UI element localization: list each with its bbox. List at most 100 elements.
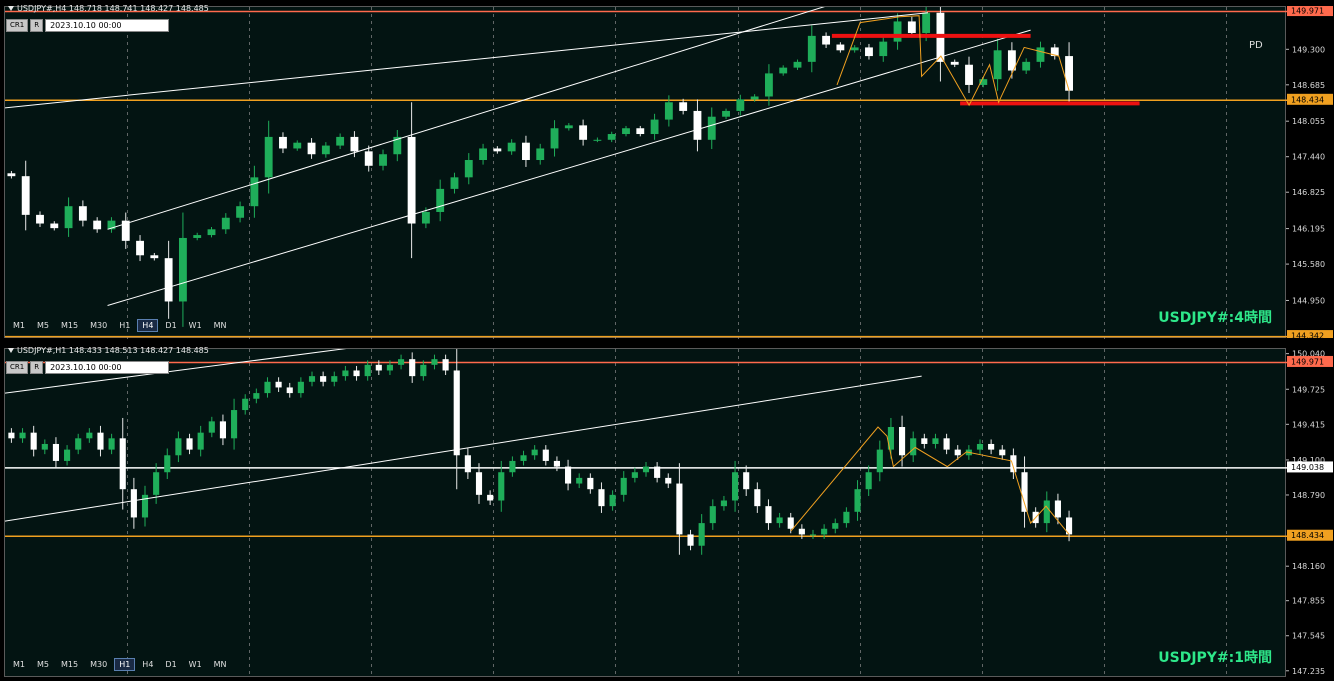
r-button[interactable]: R bbox=[30, 19, 44, 32]
trend-line bbox=[107, 29, 1031, 306]
candle-down bbox=[21, 176, 30, 215]
timeframe-button-m30[interactable]: M30 bbox=[85, 658, 112, 671]
candle-down bbox=[754, 489, 761, 507]
timeframe-button-m5[interactable]: M5 bbox=[32, 319, 54, 332]
candle-down bbox=[988, 443, 995, 450]
candle-up bbox=[336, 136, 345, 146]
candle-down bbox=[822, 35, 831, 45]
candle-up bbox=[19, 432, 26, 439]
candle-up bbox=[86, 432, 93, 439]
candle-up bbox=[264, 381, 271, 394]
h4-axis-svg: 149.300 148.685 148.055 147.440 146.825 146.1… bbox=[1286, 6, 1333, 338]
candle-up bbox=[520, 455, 527, 461]
timeframe-button-d1[interactable]: D1 bbox=[160, 658, 181, 671]
candle-up bbox=[450, 177, 459, 189]
candle-down bbox=[907, 21, 916, 33]
candle-up bbox=[993, 50, 1002, 80]
candle-up bbox=[178, 237, 187, 302]
timeframe-button-m15[interactable]: M15 bbox=[56, 319, 83, 332]
candle-up bbox=[764, 73, 773, 97]
candle-down bbox=[522, 142, 530, 161]
axis-tick-label: 149.300 bbox=[1292, 45, 1325, 54]
candle-up bbox=[253, 393, 260, 399]
candle-up bbox=[379, 154, 387, 166]
candle-down bbox=[654, 466, 661, 478]
candle-up bbox=[464, 160, 473, 178]
candle-up bbox=[207, 229, 216, 236]
timeframe-button-mn[interactable]: MN bbox=[209, 319, 232, 332]
candle-up bbox=[876, 449, 883, 473]
candle-down bbox=[453, 370, 460, 456]
timeframe-button-h1[interactable]: H1 bbox=[114, 658, 136, 671]
candle-up bbox=[550, 128, 559, 149]
pd-label: PD bbox=[1249, 40, 1263, 51]
candle-up bbox=[64, 206, 73, 229]
timeframe-button-h1[interactable]: H1 bbox=[114, 319, 135, 332]
timeframe-button-m5[interactable]: M5 bbox=[32, 658, 54, 671]
timeframe-button-w1[interactable]: W1 bbox=[184, 658, 207, 671]
candle-up bbox=[976, 443, 984, 450]
axis-tick-label: 144.950 bbox=[1292, 296, 1325, 305]
timeframe-button-w1[interactable]: W1 bbox=[184, 319, 207, 332]
candle-up bbox=[650, 119, 659, 135]
h4-chart-panel: 149.300 148.685 148.055 147.440 146.825 146.1… bbox=[0, 0, 1334, 342]
candle-up bbox=[436, 188, 445, 212]
timeframe-button-mn[interactable]: MN bbox=[209, 658, 232, 671]
candle-up bbox=[531, 449, 538, 456]
candle-down bbox=[687, 534, 694, 546]
candle-up bbox=[564, 125, 573, 129]
h4-plot-area[interactable] bbox=[4, 6, 1287, 339]
candle-down bbox=[119, 438, 126, 490]
candle-up bbox=[607, 134, 616, 140]
h1-plot-area[interactable] bbox=[4, 348, 1287, 678]
candle-up bbox=[293, 142, 302, 149]
candle-down bbox=[587, 477, 594, 490]
axis-tick-label: 146.195 bbox=[1292, 225, 1325, 234]
candle-down bbox=[50, 223, 59, 229]
timeframe-button-h4[interactable]: H4 bbox=[137, 658, 158, 671]
timeframe-button-d1[interactable]: D1 bbox=[160, 319, 181, 332]
candle-up bbox=[709, 506, 716, 524]
candle-down bbox=[52, 443, 60, 461]
candle-up bbox=[479, 148, 487, 161]
r-button[interactable]: R bbox=[30, 361, 44, 374]
price-tag-label: 149.038 bbox=[1291, 463, 1324, 472]
timeframe-button-m1[interactable]: M1 bbox=[8, 319, 30, 332]
chart-header: USDJPY#,H1 148.433 148.513 148.427 148.4… bbox=[8, 346, 209, 355]
candle-down bbox=[407, 136, 416, 224]
cr1-button[interactable]: CR1 bbox=[6, 361, 29, 374]
axis-tick-label: 148.685 bbox=[1292, 81, 1325, 90]
axis-tick-label: 147.855 bbox=[1292, 597, 1325, 606]
cr1-button[interactable]: CR1 bbox=[6, 19, 29, 32]
candle-down bbox=[1065, 56, 1073, 91]
candle-up bbox=[420, 364, 427, 377]
h1-price-axis: 150.040 149.725 149.415 149.100 148.790 148.1… bbox=[1286, 348, 1334, 677]
candle-up bbox=[398, 359, 405, 365]
timeframe-button-m1[interactable]: M1 bbox=[8, 658, 30, 671]
candle-down bbox=[364, 151, 373, 166]
candle-down bbox=[78, 206, 87, 221]
datetime-field[interactable]: 2023.10.10 00:00 bbox=[45, 361, 170, 374]
candle-up bbox=[807, 35, 816, 62]
candle-up bbox=[364, 364, 371, 377]
candle-up bbox=[609, 494, 616, 507]
header-text: USDJPY#,H1 148.433 148.513 148.427 148.4… bbox=[17, 346, 209, 355]
candle-up bbox=[175, 438, 182, 456]
candle-down bbox=[487, 494, 494, 501]
candle-down bbox=[965, 64, 973, 85]
candle-up bbox=[750, 96, 759, 100]
chart-header: USDJPY#,H4 148.718 148.741 148.427 148.4… bbox=[8, 4, 209, 13]
candle-up bbox=[231, 410, 238, 439]
timeframe-button-m30[interactable]: M30 bbox=[85, 319, 112, 332]
candle-up bbox=[208, 421, 215, 433]
candle-down bbox=[464, 455, 471, 473]
candle-up bbox=[64, 449, 71, 461]
timeframe-button-h4[interactable]: H4 bbox=[137, 319, 159, 332]
candle-down bbox=[679, 102, 688, 111]
datetime-field[interactable]: 2023.10.10 00:00 bbox=[45, 19, 170, 32]
dropdown-triangle-icon bbox=[8, 348, 14, 353]
timeframe-button-m15[interactable]: M15 bbox=[56, 658, 83, 671]
candle-down bbox=[136, 240, 144, 256]
price-tag-label: 148.434 bbox=[1291, 531, 1324, 540]
candle-up bbox=[932, 438, 939, 444]
